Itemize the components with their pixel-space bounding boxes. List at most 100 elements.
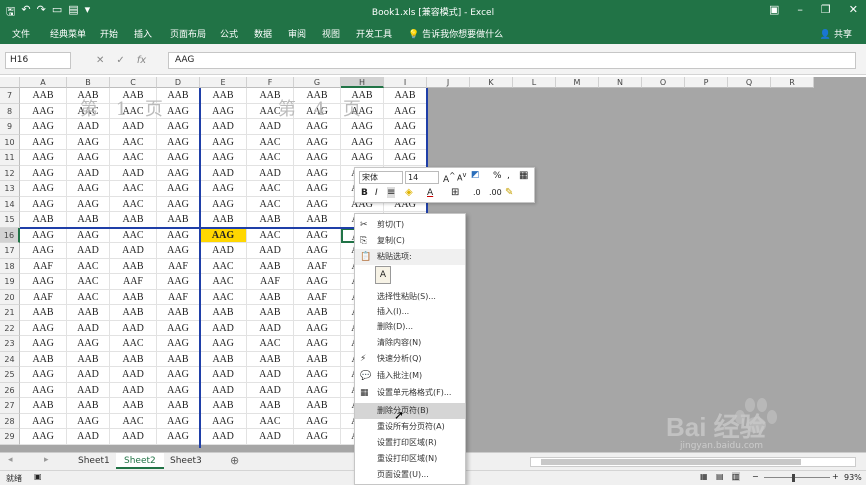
column-header-h[interactable]: H — [341, 77, 384, 88]
cell-a14[interactable]: AAG — [20, 196, 67, 212]
page-break-view-icon[interactable]: ▥ — [732, 472, 740, 481]
cell-c24[interactable]: AAB — [110, 351, 157, 367]
cell-c26[interactable]: AAD — [110, 382, 157, 398]
format-painter-icon[interactable]: ✎ — [505, 187, 513, 198]
cell-f16[interactable]: AAC — [247, 227, 294, 243]
tab-page-layout[interactable]: 页面布局 — [170, 27, 206, 40]
cell-c14[interactable]: AAC — [110, 196, 157, 212]
cell-f19[interactable]: AAF — [247, 274, 294, 290]
column-header-a[interactable]: A — [20, 77, 67, 88]
prev-sheet-icon[interactable]: ◂ — [8, 455, 13, 465]
page-break-line[interactable] — [426, 88, 428, 228]
row-header-15[interactable]: 15 — [0, 212, 20, 228]
cell-d28[interactable]: AAG — [157, 413, 200, 429]
name-box[interactable]: H16 — [5, 52, 71, 69]
cell-e27[interactable]: AAB — [200, 398, 247, 414]
row-header-17[interactable]: 17 — [0, 243, 20, 259]
tab-home[interactable]: 开始 — [100, 27, 118, 40]
row-header-27[interactable]: 27 — [0, 398, 20, 414]
cell-g27[interactable]: AAB — [294, 398, 341, 414]
cell-d18[interactable]: AAF — [157, 258, 200, 274]
minimize-button[interactable]: – — [797, 3, 803, 16]
tab-file[interactable]: 文件 — [12, 27, 30, 40]
cell-a12[interactable]: AAG — [20, 165, 67, 181]
cell-g28[interactable]: AAG — [294, 413, 341, 429]
cell-i10[interactable]: AAG — [384, 134, 427, 150]
cell-g15[interactable]: AAB — [294, 212, 341, 228]
cell-a7[interactable]: AAB — [20, 88, 67, 104]
cell-b28[interactable]: AAG — [67, 413, 110, 429]
menu-item-4[interactable]: 插入(I)... — [355, 304, 465, 320]
cell-g20[interactable]: AAF — [294, 289, 341, 305]
page-layout-view-icon[interactable]: ▤ — [716, 472, 724, 481]
cell-f27[interactable]: AAB — [247, 398, 294, 414]
cell-b11[interactable]: AAG — [67, 150, 110, 166]
cell-a20[interactable]: AAF — [20, 289, 67, 305]
cell-a22[interactable]: AAG — [20, 320, 67, 336]
function-icon[interactable]: fx — [137, 55, 146, 66]
cell-a29[interactable]: AAG — [20, 429, 67, 445]
cell-e19[interactable]: AAC — [200, 274, 247, 290]
cell-f17[interactable]: AAD — [247, 243, 294, 259]
column-header-p[interactable]: P — [685, 77, 728, 88]
font-color-icon[interactable]: A — [427, 188, 433, 198]
sheet-tab-sheet2[interactable]: Sheet2 — [116, 453, 164, 469]
row-header-18[interactable]: 18 — [0, 258, 20, 274]
cell-a28[interactable]: AAG — [20, 413, 67, 429]
cell-f21[interactable]: AAB — [247, 305, 294, 321]
column-header-l[interactable]: L — [513, 77, 556, 88]
cell-b29[interactable]: AAD — [67, 429, 110, 445]
share-button[interactable]: 👤 共享 — [820, 27, 852, 40]
cell-g19[interactable]: AAG — [294, 274, 341, 290]
cell-g17[interactable]: AAG — [294, 243, 341, 259]
cell-e22[interactable]: AAD — [200, 320, 247, 336]
cell-b20[interactable]: AAC — [67, 289, 110, 305]
format-table-icon[interactable]: ▦ — [519, 170, 528, 181]
cell-b15[interactable]: AAB — [67, 212, 110, 228]
decrease-decimal-icon[interactable]: .00 — [489, 188, 502, 197]
cell-c18[interactable]: AAB — [110, 258, 157, 274]
row-header-25[interactable]: 25 — [0, 367, 20, 383]
row-header-23[interactable]: 23 — [0, 336, 20, 352]
cell-a10[interactable]: AAG — [20, 134, 67, 150]
row-header-12[interactable]: 12 — [0, 165, 20, 181]
cell-g16[interactable]: AAG — [294, 227, 341, 243]
cell-f23[interactable]: AAC — [247, 336, 294, 352]
row-header-13[interactable]: 13 — [0, 181, 20, 197]
cell-f15[interactable]: AAB — [247, 212, 294, 228]
cell-f24[interactable]: AAB — [247, 351, 294, 367]
tab-classic-menu[interactable]: 经典菜单 — [50, 27, 86, 40]
menu-item-12[interactable]: 设置打印区域(R) — [355, 435, 465, 451]
fill-color-icon[interactable]: ◈ — [405, 187, 413, 198]
cell-b21[interactable]: AAB — [67, 305, 110, 321]
cell-g29[interactable]: AAG — [294, 429, 341, 445]
row-header-9[interactable]: 9 — [0, 119, 20, 135]
cell-i7[interactable]: AAB — [384, 88, 427, 104]
cell-d9[interactable]: AAG — [157, 119, 200, 135]
cell-e24[interactable]: AAB — [200, 351, 247, 367]
menu-item-1[interactable]: ⎘ 复制(C) — [355, 233, 465, 249]
cell-d25[interactable]: AAG — [157, 367, 200, 383]
tab-formulas[interactable]: 公式 — [220, 27, 238, 40]
cell-b16[interactable]: AAG — [67, 227, 110, 243]
cell-d17[interactable]: AAG — [157, 243, 200, 259]
row-header-8[interactable]: 8 — [0, 103, 20, 119]
next-sheet-icon[interactable]: ▸ — [44, 455, 49, 465]
number-format-icon[interactable]: ◩ — [471, 170, 480, 180]
sheet-tab-sheet1[interactable]: Sheet1 — [70, 453, 118, 469]
zoom-slider-thumb[interactable] — [792, 474, 796, 482]
row-header-20[interactable]: 20 — [0, 289, 20, 305]
cell-d23[interactable]: AAG — [157, 336, 200, 352]
cell-d11[interactable]: AAG — [157, 150, 200, 166]
cell-c25[interactable]: AAD — [110, 367, 157, 383]
cell-g24[interactable]: AAB — [294, 351, 341, 367]
cell-b27[interactable]: AAB — [67, 398, 110, 414]
cell-c20[interactable]: AAB — [110, 289, 157, 305]
cell-b22[interactable]: AAD — [67, 320, 110, 336]
cell-g9[interactable]: AAG — [294, 119, 341, 135]
cell-a27[interactable]: AAB — [20, 398, 67, 414]
tab-review[interactable]: 审阅 — [288, 27, 306, 40]
cell-c9[interactable]: AAD — [110, 119, 157, 135]
cell-a11[interactable]: AAG — [20, 150, 67, 166]
cell-f18[interactable]: AAB — [247, 258, 294, 274]
